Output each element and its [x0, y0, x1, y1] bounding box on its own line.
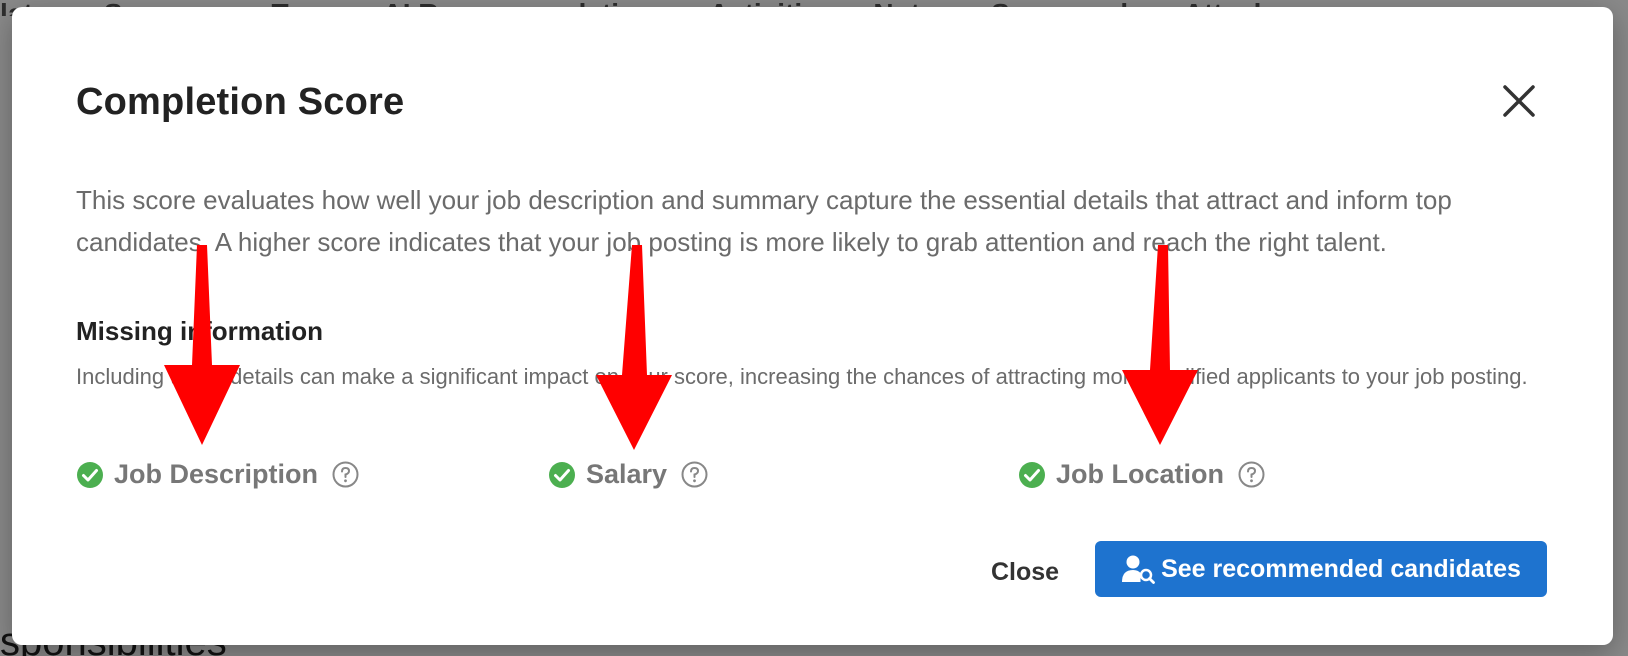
item-label: Job Location [1056, 459, 1224, 489]
item-label: Salary [586, 459, 668, 489]
check-circle-icon [549, 461, 575, 488]
user-search-icon [1122, 555, 1155, 584]
close-icon[interactable] [1501, 83, 1537, 119]
missing-information-heading: Missing information [76, 316, 323, 346]
dialog-title: Completion Score [76, 81, 405, 123]
item-job-location: Job Location [1018, 459, 1265, 490]
help-circle-icon[interactable] [332, 461, 359, 488]
help-circle-icon[interactable] [1238, 461, 1265, 488]
missing-information-subtitle: Including these details can make a signi… [76, 364, 1528, 389]
check-circle-icon [77, 461, 103, 488]
item-label: Job Description [114, 459, 319, 489]
help-circle-icon[interactable] [681, 461, 708, 488]
primary-button-label: See recommended candidates [1161, 554, 1521, 583]
completion-items: Job Description Salary Job Location [12, 459, 1613, 499]
see-recommended-candidates-button[interactable]: See recommended candidates [1095, 541, 1547, 597]
item-salary: Salary [548, 459, 708, 490]
completion-score-dialog: Completion Score This score evaluates ho… [12, 7, 1613, 645]
close-button[interactable]: Close [980, 547, 1070, 597]
dialog-description: This score evaluates how well your job d… [76, 185, 1452, 257]
check-circle-icon [1019, 461, 1045, 488]
item-job-description: Job Description [76, 459, 359, 490]
